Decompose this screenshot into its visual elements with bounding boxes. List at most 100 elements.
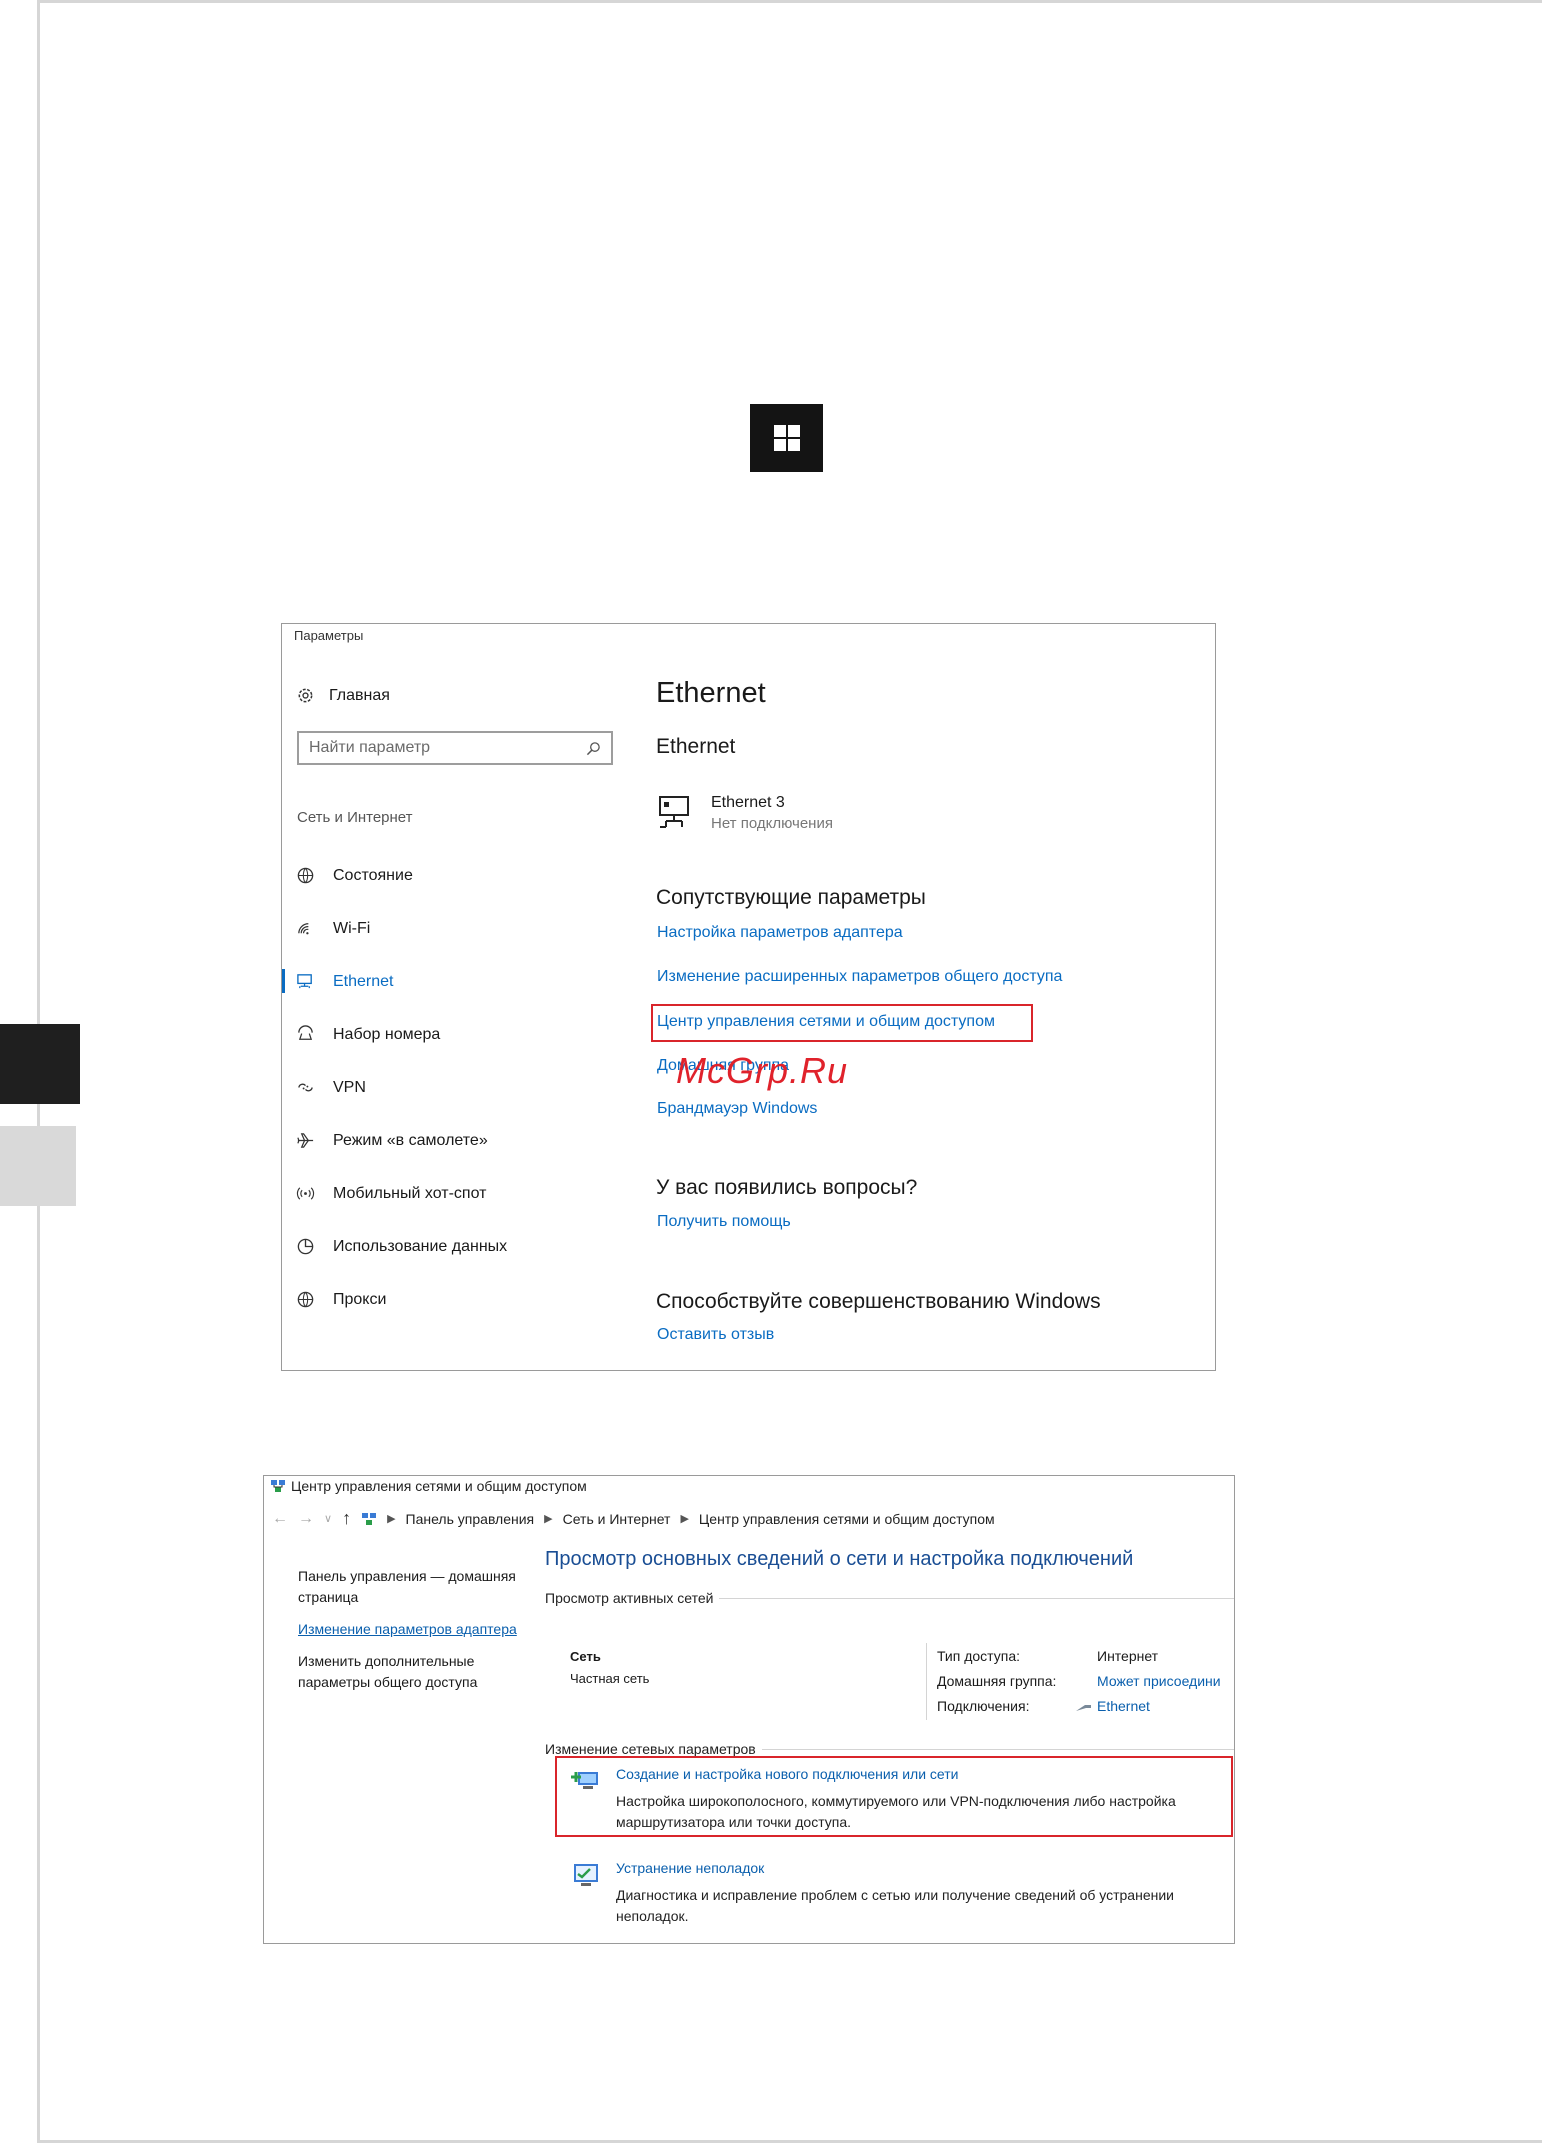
homegroup-value-link[interactable]: Может присоедини <box>1097 1673 1221 1689</box>
network-props: Тип доступа: Интернет Домашняя группа: Мож… <box>937 1643 1221 1718</box>
nav-item-wifi[interactable]: Wi-Fi <box>282 902 622 955</box>
adapter-name: Ethernet 3 <box>711 794 785 811</box>
nav-label-airplane: Режим «в самолете» <box>333 1131 488 1149</box>
breadcrumb-item[interactable]: Сеть и Интернет <box>563 1511 671 1527</box>
nav-item-ethernet[interactable]: Ethernet <box>282 955 622 1008</box>
up-arrow-icon[interactable]: ↑ <box>342 1508 351 1529</box>
related-heading: Сопутствующие параметры <box>656 886 926 909</box>
prop-value: Интернет <box>1097 1647 1159 1664</box>
troubleshoot-task[interactable]: Устранение неполадок Диагностика и испра… <box>570 1860 1234 1927</box>
hotspot-icon <box>296 1187 315 1200</box>
prop-key: Тип доступа: <box>937 1647 1021 1664</box>
network-type[interactable]: Частная сеть <box>570 1671 649 1686</box>
nav-label-vpn: VPN <box>333 1078 366 1096</box>
wifi-icon <box>298 923 309 935</box>
adapter-settings-link[interactable]: Настройка параметров адаптера <box>657 924 903 942</box>
prop-key: Домашняя группа: <box>937 1672 1057 1689</box>
feedback-link[interactable]: Оставить отзыв <box>657 1326 774 1344</box>
nav-item-hotspot[interactable]: Мобильный хот-спот <box>282 1167 622 1220</box>
watermark: McGrp.Ru <box>676 1050 849 1091</box>
breadcrumb-sep-icon: ▶ <box>544 1513 553 1525</box>
highlight-box <box>555 1756 1233 1837</box>
nav-item-proxy[interactable]: Прокси <box>282 1273 622 1326</box>
search-box[interactable] <box>297 731 613 765</box>
nav-label-proxy: Прокси <box>333 1290 387 1308</box>
nav-item-status[interactable]: Состояние <box>282 849 622 902</box>
breadcrumb-item[interactable]: Центр управления сетями и общим доступом <box>699 1511 995 1527</box>
airplane-icon <box>297 1133 314 1148</box>
nc-window-title: Центр управления сетями и общим доступом <box>291 1478 587 1494</box>
control-panel-icon <box>362 1512 377 1525</box>
active-network: Сеть Частная сеть <box>570 1649 649 1686</box>
connection-value-link[interactable]: Ethernet <box>1076 1697 1150 1714</box>
network-center-icon <box>271 1480 285 1492</box>
home-label: Главная <box>329 686 390 704</box>
breadcrumb-sep-icon: ▶ <box>680 1513 689 1525</box>
windows-key-icon <box>750 404 823 472</box>
settings-window: Параметры Главная Сеть и Интернет Состоя… <box>281 623 1216 1371</box>
nc-navbar: ← → ∨ ↑ ▶ Панель управления ▶ Сеть и Инт… <box>272 1508 995 1529</box>
change-settings-label: Изменение сетевых параметров <box>545 1741 1234 1757</box>
breadcrumb-sep-icon: ▶ <box>387 1513 396 1525</box>
data-usage-icon <box>297 1238 314 1255</box>
advanced-sharing-link[interactable]: Изменить дополнительные параметры общего… <box>298 1651 518 1693</box>
breadcrumb-item[interactable]: Панель управления <box>406 1511 535 1527</box>
highlight-box <box>651 1004 1033 1042</box>
active-networks-text: Просмотр активных сетей <box>545 1590 714 1606</box>
nav-label-hotspot: Мобильный хот-спот <box>333 1184 487 1202</box>
gear-icon <box>298 688 313 703</box>
forward-arrow-icon[interactable]: → <box>298 1510 314 1528</box>
nc-titlebar: Центр управления сетями и общим доступом <box>270 1478 587 1494</box>
nav-item-dialup[interactable]: Набор номера <box>282 1008 622 1061</box>
improve-heading: Способствуйте совершенствованию Windows <box>656 1290 1101 1313</box>
settings-nav: Состояние Wi-Fi Ethernet Набор номера VP… <box>282 849 622 1326</box>
cp-home-link[interactable]: Панель управления — домашняя страница <box>298 1566 518 1608</box>
section-label: Сеть и Интернет <box>297 809 413 826</box>
troubleshoot-desc: Диагностика и исправление проблем с сеть… <box>616 1887 1174 1924</box>
search-icon <box>586 741 600 755</box>
nav-label-status: Состояние <box>333 866 413 884</box>
nav-item-airplane[interactable]: Режим «в самолете» <box>282 1114 622 1167</box>
nc-main: Просмотр основных сведений о сети и наст… <box>545 1548 1234 1924</box>
nc-sidebar: Панель управления — домашняя страница Из… <box>298 1566 518 1704</box>
settings-main: Ethernet Ethernet Ethernet 3 Нет подключ… <box>651 624 1206 1369</box>
dialup-icon <box>298 1025 313 1040</box>
change-adapter-link[interactable]: Изменение параметров адаптера <box>298 1619 518 1640</box>
network-adapter-icon <box>659 796 689 828</box>
nav-label-wifi: Wi-Fi <box>333 919 371 937</box>
globe-status-icon <box>297 867 314 884</box>
globe-icon <box>297 1291 314 1308</box>
ethernet-cable-icon <box>1076 1704 1091 1711</box>
connection-value: Ethernet <box>1097 1697 1150 1714</box>
chapter-tab-light <box>0 1126 76 1206</box>
network-name: Сеть <box>570 1649 601 1664</box>
page-title: Ethernet <box>656 677 766 709</box>
prop-key: Подключения: <box>937 1697 1030 1714</box>
adapter-card[interactable]: Ethernet 3 Нет подключения <box>657 794 833 832</box>
help-link[interactable]: Получить помощь <box>657 1213 791 1231</box>
home-link[interactable]: Главная <box>296 686 390 705</box>
network-center-window: Центр управления сетями и общим доступом… <box>263 1475 1235 1944</box>
change-settings-text: Изменение сетевых параметров <box>545 1741 756 1757</box>
active-networks-label: Просмотр активных сетей <box>545 1590 1234 1606</box>
questions-heading: У вас появились вопросы? <box>656 1176 918 1199</box>
nav-label-dialup: Набор номера <box>333 1025 441 1043</box>
chapter-tab-dark <box>0 1024 80 1104</box>
divider <box>926 1643 927 1720</box>
troubleshoot-title[interactable]: Устранение неполадок <box>616 1860 1234 1876</box>
adapter-status: Нет подключения <box>711 815 833 832</box>
window-title: Параметры <box>294 628 364 643</box>
search-input[interactable] <box>309 739 569 757</box>
nav-item-data-usage[interactable]: Использование данных <box>282 1220 622 1273</box>
ethernet-icon <box>297 974 312 989</box>
history-chevron-icon[interactable]: ∨ <box>324 1512 332 1525</box>
nc-heading: Просмотр основных сведений о сети и наст… <box>545 1548 1134 1570</box>
vpn-icon <box>298 1083 313 1092</box>
back-arrow-icon[interactable]: ← <box>272 1510 288 1528</box>
firewall-link[interactable]: Брандмауэр Windows <box>657 1100 817 1118</box>
nav-item-vpn[interactable]: VPN <box>282 1061 622 1114</box>
troubleshoot-icon <box>574 1864 598 1886</box>
page-subtitle: Ethernet <box>656 735 736 758</box>
nav-label-data-usage: Использование данных <box>333 1237 508 1255</box>
sharing-settings-link[interactable]: Изменение расширенных параметров общего … <box>657 968 1062 986</box>
